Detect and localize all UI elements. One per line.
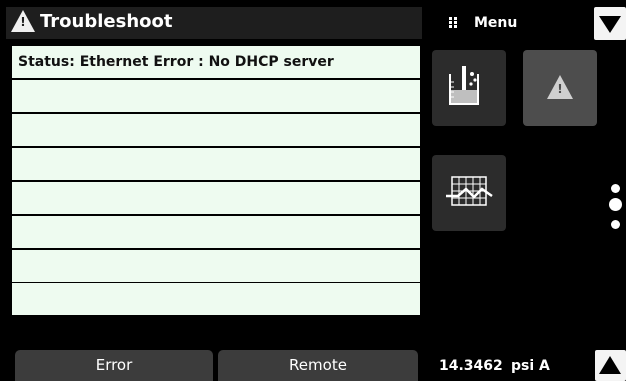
table-row	[12, 182, 420, 214]
table-row	[12, 250, 420, 282]
page-dot[interactable]	[611, 220, 620, 229]
scroll-up-button[interactable]	[595, 350, 626, 381]
page-dot-active[interactable]	[609, 198, 622, 211]
scroll-down-button[interactable]	[594, 7, 626, 40]
pressure-reading-value: 14.3462	[439, 358, 503, 374]
warning-icon-mark: !	[557, 82, 563, 96]
status-table: Status: Ethernet Error : No DHCP server	[12, 46, 420, 315]
chart-grid-icon	[446, 176, 493, 206]
error-tab[interactable]: Error	[15, 350, 213, 381]
chart-tile-button[interactable]	[432, 155, 506, 231]
table-row	[12, 283, 420, 315]
warning-tile-button[interactable]: !	[523, 50, 597, 126]
table-row	[12, 114, 420, 146]
page-title: Troubleshoot	[40, 11, 173, 32]
table-row	[12, 148, 420, 180]
title-warning-mark: !	[20, 15, 26, 29]
menu-grip-icon[interactable]	[449, 17, 459, 29]
status-text: Status: Ethernet Error : No DHCP server	[18, 54, 334, 70]
remote-tab[interactable]: Remote	[218, 350, 418, 381]
table-row	[12, 80, 420, 112]
page-dot[interactable]	[611, 184, 620, 193]
table-row	[12, 216, 420, 248]
menu-button[interactable]: Menu	[474, 10, 517, 36]
beaker-tile-button[interactable]	[432, 50, 506, 126]
pressure-reading-unit: psi A	[511, 358, 550, 374]
table-row: Status: Ethernet Error : No DHCP server	[12, 46, 420, 78]
arrow-down-icon	[599, 16, 621, 33]
beaker-icon	[449, 66, 479, 105]
arrow-up-icon	[599, 356, 621, 374]
